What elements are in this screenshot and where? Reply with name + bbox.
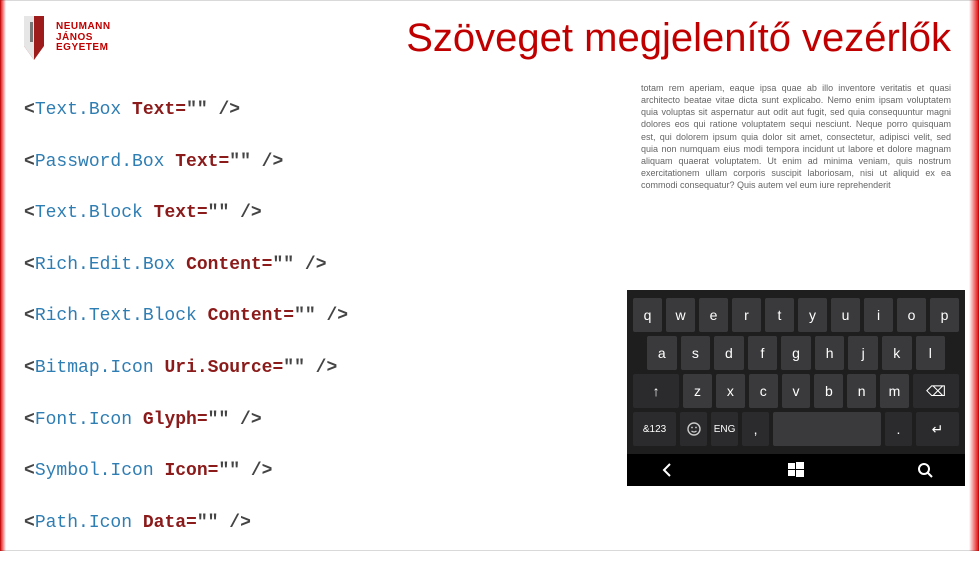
key-t[interactable]: t — [765, 298, 794, 332]
key-↵[interactable]: ↵ — [916, 412, 959, 446]
code-line: <Text.Box Text="" /> — [24, 100, 348, 122]
key-j[interactable]: j — [848, 336, 878, 370]
key-z[interactable]: z — [683, 374, 712, 408]
key-e[interactable]: e — [699, 298, 728, 332]
right-accent — [969, 0, 979, 551]
key-ENG[interactable]: ENG — [711, 412, 738, 446]
keyboard-nav-bar — [627, 454, 965, 486]
code-line: <Symbol.Icon Icon="" /> — [24, 461, 348, 483]
key-v[interactable]: v — [782, 374, 811, 408]
key-&123[interactable]: &123 — [633, 412, 676, 446]
key-.[interactable]: . — [885, 412, 912, 446]
code-line: <Path.Icon Data="" /> — [24, 513, 348, 535]
code-samples: <Text.Box Text="" /> <Password.Box Text="… — [24, 100, 348, 564]
key-↑[interactable]: ↑ — [633, 374, 679, 408]
key-b[interactable]: b — [814, 374, 843, 408]
key-emoji-icon[interactable] — [680, 412, 707, 446]
code-line: <Text.Block Text="" /> — [24, 203, 348, 225]
code-line: <Rich.Edit.Box Content="" /> — [24, 255, 348, 277]
brand-line3: EGYETEM — [56, 43, 111, 54]
left-accent — [0, 0, 6, 551]
nav-back-icon[interactable] — [637, 461, 697, 479]
key-q[interactable]: q — [633, 298, 662, 332]
keyboard-row-2: asdfghjkl — [633, 336, 959, 370]
key-space[interactable] — [773, 412, 881, 446]
lorem-text: totam rem aperiam, eaque ipsa quae ab il… — [641, 82, 951, 191]
key-r[interactable]: r — [732, 298, 761, 332]
key-l[interactable]: l — [916, 336, 946, 370]
brand-name: NEUMANN JÁNOS EGYETEM — [56, 22, 111, 54]
key-m[interactable]: m — [880, 374, 909, 408]
code-line: <Rich.Text.Block Content="" /> — [24, 306, 348, 328]
nav-windows-icon[interactable] — [766, 461, 826, 479]
code-line: <Font.Icon Glyph="" /> — [24, 410, 348, 432]
onscreen-keyboard: qwertyuiop asdfghjkl ↑zxcvbnm⌫ &123 ENG,.… — [627, 290, 965, 486]
code-line: <Password.Box Text="" /> — [24, 152, 348, 174]
key-a[interactable]: a — [647, 336, 677, 370]
key-p[interactable]: p — [930, 298, 959, 332]
key-f[interactable]: f — [748, 336, 778, 370]
logo-shield-icon — [18, 14, 48, 62]
page-title: Szöveget megjelenítő vezérlők — [406, 16, 951, 61]
keyboard-row-4: &123 ENG,.↵ — [633, 412, 959, 446]
key-k[interactable]: k — [882, 336, 912, 370]
keyboard-row-1: qwertyuiop — [633, 298, 959, 332]
nav-search-icon[interactable] — [895, 461, 955, 479]
key-s[interactable]: s — [681, 336, 711, 370]
key-x[interactable]: x — [716, 374, 745, 408]
key-w[interactable]: w — [666, 298, 695, 332]
key-n[interactable]: n — [847, 374, 876, 408]
key-c[interactable]: c — [749, 374, 778, 408]
key-y[interactable]: y — [798, 298, 827, 332]
key-d[interactable]: d — [714, 336, 744, 370]
key-o[interactable]: o — [897, 298, 926, 332]
key-g[interactable]: g — [781, 336, 811, 370]
code-line: <Bitmap.Icon Uri.Source="" /> — [24, 358, 348, 380]
key-,[interactable]: , — [742, 412, 769, 446]
keyboard-row-3: ↑zxcvbnm⌫ — [633, 374, 959, 408]
key-u[interactable]: u — [831, 298, 860, 332]
key-⌫[interactable]: ⌫ — [913, 374, 959, 408]
key-h[interactable]: h — [815, 336, 845, 370]
brand-logo: NEUMANN JÁNOS EGYETEM — [18, 14, 111, 62]
key-i[interactable]: i — [864, 298, 893, 332]
